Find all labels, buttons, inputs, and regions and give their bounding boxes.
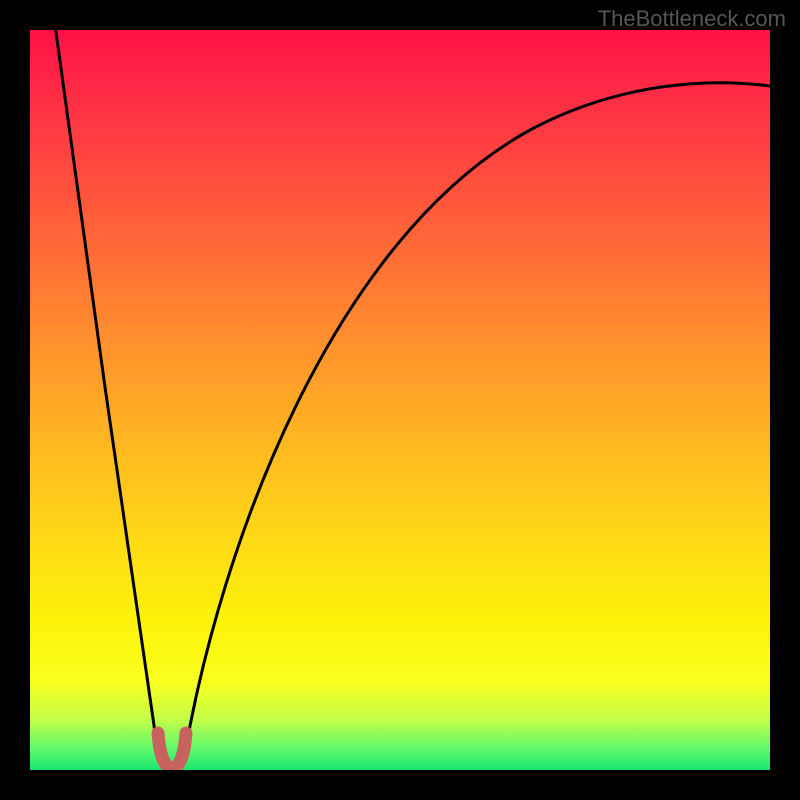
bottleneck-curve <box>30 30 770 770</box>
valley-marker-icon <box>158 733 186 768</box>
attribution-text: TheBottleneck.com <box>598 6 786 32</box>
chart-frame: TheBottleneck.com <box>0 0 800 800</box>
curve-right-ascent <box>185 83 770 753</box>
plot-area <box>30 30 770 770</box>
curve-left-descent <box>55 30 158 753</box>
